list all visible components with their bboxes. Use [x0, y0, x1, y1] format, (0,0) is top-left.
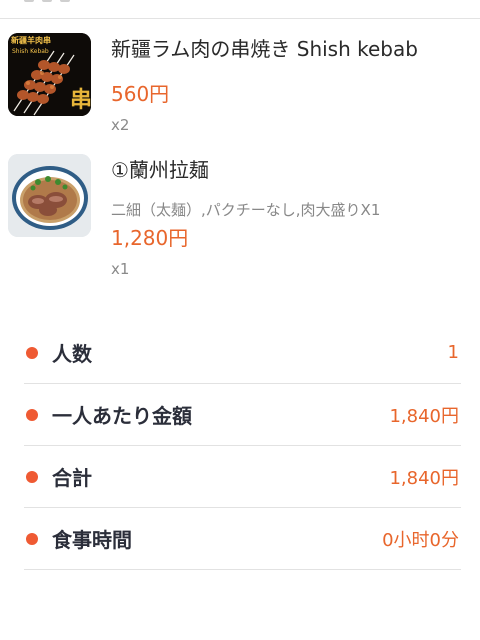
summary-label: 食事時間 — [52, 528, 132, 552]
summary-label: 人数 — [52, 342, 92, 366]
summary-value: 0小时0分 — [382, 529, 459, 551]
item-options: 二細（太麺）,パクチーなし,肉大盛りX1 — [111, 201, 381, 219]
item-price: 1,280円 — [111, 226, 189, 250]
item-name: ①蘭州拉麺 — [111, 158, 209, 182]
order-summary: 人数 1 一人あたり金額 1,840円 合計 1,840円 食事時間 0小时0分 — [24, 322, 461, 570]
summary-row-total: 合計 1,840円 — [24, 446, 461, 508]
item-quantity: x2 — [111, 116, 130, 134]
bullet-dot-icon — [26, 532, 38, 545]
bullet-dot-icon — [26, 470, 38, 483]
item-quantity: x1 — [111, 260, 130, 278]
thumb-title-text: 新疆羊肉串 — [11, 35, 51, 45]
summary-value: 1,840円 — [389, 467, 459, 489]
summary-row-dining-time: 食事時間 0小时0分 — [24, 508, 461, 570]
summary-label: 合計 — [52, 466, 92, 490]
item-thumbnail-kebab: 新疆羊肉串 Shish Kebab 串 — [8, 33, 91, 116]
thumb-subtitle-text: Shish Kebab — [12, 48, 49, 55]
item-price: 560円 — [111, 82, 170, 106]
summary-value: 1 — [447, 342, 459, 363]
summary-label: 一人あたり金額 — [52, 404, 192, 428]
ramen-bowl-image — [8, 154, 91, 237]
item-thumbnail-ramen — [8, 154, 91, 237]
thumb-kanji-text: 串 — [70, 87, 91, 113]
kebab-skewers-image: 新疆羊肉串 Shish Kebab 串 — [8, 33, 91, 116]
bullet-dot-icon — [26, 408, 38, 421]
item-name: 新疆ラム肉の串焼き Shish kebab — [111, 37, 418, 61]
top-divider — [0, 18, 480, 19]
previous-section-stub — [24, 0, 94, 4]
summary-value: 1,840円 — [389, 405, 459, 427]
summary-row-party-size: 人数 1 — [24, 322, 461, 384]
bullet-dot-icon — [26, 346, 38, 359]
summary-row-per-person: 一人あたり金額 1,840円 — [24, 384, 461, 446]
